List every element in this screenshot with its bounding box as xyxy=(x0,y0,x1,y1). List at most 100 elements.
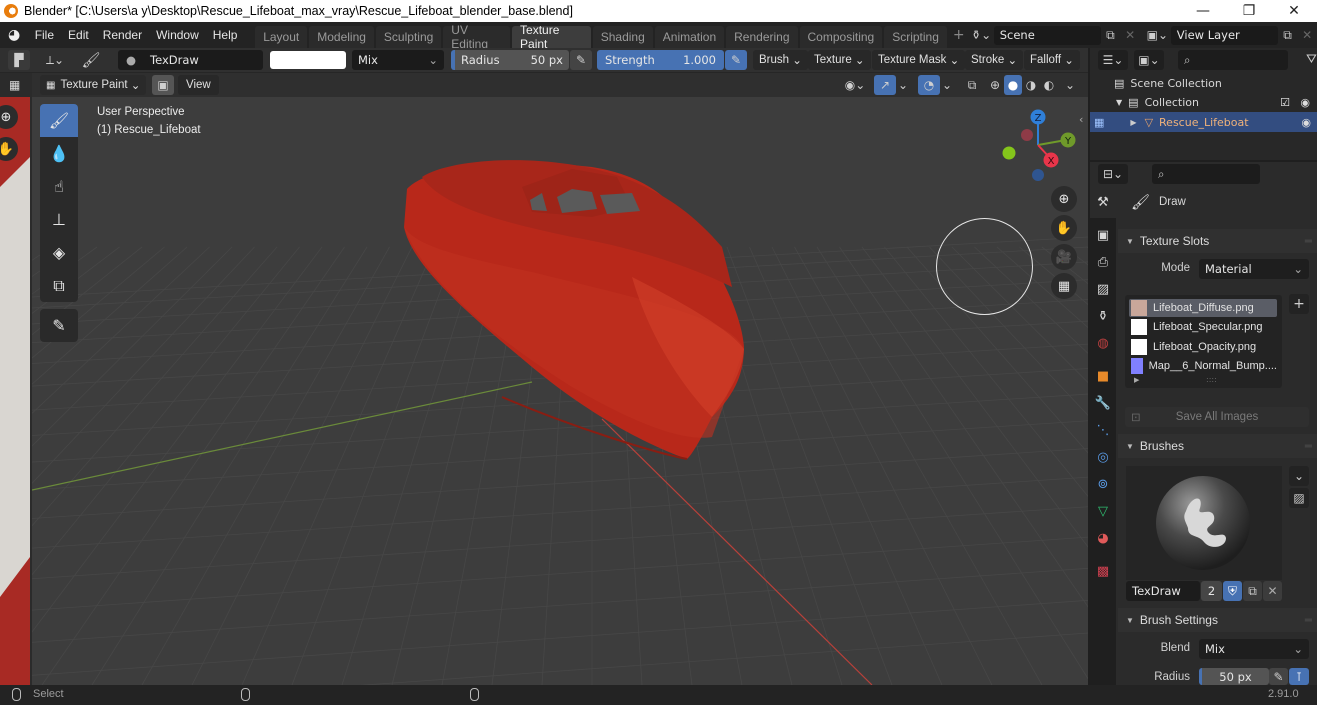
tool-annotate[interactable]: ✎ xyxy=(40,309,78,342)
3d-viewport[interactable]: 🖌 💧 ☝ ⊥ ◈ ⧉ ✎ User Perspective (1) Rescu… xyxy=(32,97,1088,685)
tab-scene[interactable]: ⚱ xyxy=(1090,303,1116,330)
brush-users-count[interactable]: 2 xyxy=(1201,581,1222,601)
tab-shading[interactable]: Shading xyxy=(592,26,653,48)
tab-tool[interactable]: ⚒ xyxy=(1090,186,1116,218)
tab-material[interactable]: ◕ xyxy=(1090,525,1116,552)
sidebar-toggle-icon[interactable]: ‹ xyxy=(1079,113,1083,126)
drag-grip-icon[interactable]: ═ xyxy=(1305,236,1312,247)
brush-list-dropdown-icon[interactable]: ⌄ xyxy=(1289,466,1309,486)
tab-world[interactable]: ◍ xyxy=(1090,330,1116,357)
mode-selector[interactable]: ▦ Texture Paint ⌄ xyxy=(40,75,147,95)
tab-particles[interactable]: ⋱ xyxy=(1090,417,1116,444)
maximize-button[interactable]: ❐ xyxy=(1226,0,1272,22)
unlink-brush-icon[interactable]: ✕ xyxy=(1263,581,1282,601)
filter-icon[interactable]: ⛛ xyxy=(1306,52,1317,67)
tool-clone[interactable]: ⊥ xyxy=(40,203,78,236)
perspective-toggle-icon[interactable]: ▦ xyxy=(1051,273,1077,299)
delete-view-layer-button[interactable]: ✕ xyxy=(1297,25,1317,45)
tab-output[interactable]: ⎙ xyxy=(1090,249,1116,276)
expand-triangle-icon[interactable]: ▶ xyxy=(1130,118,1136,127)
blend-mode-dropdown[interactable]: Mix ⌄ xyxy=(352,50,444,70)
add-texture-slot-button[interactable]: + xyxy=(1289,294,1309,314)
new-view-layer-button[interactable]: ⧉ xyxy=(1278,25,1298,45)
image-editor-edge[interactable]: ⊕ ✋ xyxy=(0,97,30,685)
menu-render[interactable]: Render xyxy=(96,28,149,42)
brush-menu[interactable]: Brush ⌄ xyxy=(753,50,808,70)
texture-slot-item[interactable]: Lifeboat_Opacity.png xyxy=(1129,338,1277,356)
duplicate-brush-icon[interactable]: ⧉ xyxy=(1243,581,1262,601)
visibility-eye-icon[interactable]: ◉ xyxy=(1301,116,1311,129)
visibility-eye-icon[interactable]: ◉ xyxy=(1300,96,1310,109)
editor-type-icon[interactable]: ▛ xyxy=(8,50,30,70)
scene-name-field[interactable]: Scene xyxy=(993,25,1101,45)
outliner-row-collection[interactable]: ▼ ▤ Collection ☑ ◉ xyxy=(1116,96,1314,109)
brush-icon-image-button[interactable]: ▨ xyxy=(1289,488,1309,508)
view-menu[interactable]: View xyxy=(178,75,219,95)
visibility-icon[interactable]: ◉⌄ xyxy=(840,75,870,95)
outliner-display-mode-icon[interactable]: ☰⌄ xyxy=(1098,50,1128,70)
view-layer-selector-icon[interactable]: ▣⌄ xyxy=(1144,25,1171,45)
outliner-search-input[interactable]: ⌕ xyxy=(1178,50,1288,70)
texture-mask-menu[interactable]: Texture Mask ⌄ xyxy=(872,50,966,70)
radius-unit-icon[interactable]: ⊺ xyxy=(1289,668,1309,685)
list-resize-grip[interactable]: :::: xyxy=(1206,375,1217,384)
xray-toggle-icon[interactable]: ⧉ xyxy=(961,75,983,95)
overlays-dropdown-icon[interactable]: ⌄ xyxy=(940,75,954,95)
outliner-row-rescue-lifeboat[interactable]: ▦ ▶ ▽ Rescue_Lifeboat ◉ xyxy=(1090,112,1317,132)
camera-view-icon[interactable]: 🎥 xyxy=(1051,244,1077,270)
tool-soften[interactable]: 💧 xyxy=(40,137,78,170)
tool-fill[interactable]: ◈ xyxy=(40,236,78,269)
scene-selector-icon[interactable]: ⚱⌄ xyxy=(969,25,994,45)
shading-solid-icon[interactable]: ● xyxy=(1004,75,1022,95)
drag-grip-icon[interactable]: ═ xyxy=(1305,441,1312,452)
properties-search-input[interactable]: ⌕ xyxy=(1152,164,1260,184)
falloff-menu[interactable]: Falloff ⌄ xyxy=(1024,50,1080,70)
tab-modeling[interactable]: Modeling xyxy=(309,26,374,48)
tab-modifiers[interactable]: 🔧 xyxy=(1090,390,1116,417)
overlays-toggle-icon[interactable]: ◔ xyxy=(918,75,940,95)
tab-view-layer[interactable]: ▨ xyxy=(1090,276,1116,303)
tab-uv-editing[interactable]: UV Editing xyxy=(443,23,511,51)
menu-window[interactable]: Window xyxy=(149,28,206,42)
tool-options-icon[interactable]: ⟂⌄ xyxy=(40,50,70,70)
radius-pressure-icon[interactable]: ✎ xyxy=(570,50,592,70)
texture-slot-item[interactable]: Lifeboat_Diffuse.png xyxy=(1129,299,1277,317)
drag-grip-icon[interactable]: ═ xyxy=(1305,615,1312,626)
tab-layout[interactable]: Layout xyxy=(255,26,308,48)
strength-slider[interactable]: Strength 1.000 xyxy=(597,50,724,70)
gizmo-dropdown-icon[interactable]: ⌄ xyxy=(896,75,910,95)
strength-pressure-icon[interactable]: ✎ xyxy=(725,50,747,70)
add-workspace-button[interactable]: + xyxy=(949,27,969,43)
new-scene-button[interactable]: ⧉ xyxy=(1101,25,1121,45)
tab-object[interactable]: ■ xyxy=(1090,363,1116,390)
tab-data[interactable]: ▽ xyxy=(1090,498,1116,525)
navigation-gizmo[interactable]: Z Y X xyxy=(992,105,1082,185)
texture-slots-panel-header[interactable]: ▼ Texture Slots ═ xyxy=(1118,229,1317,253)
menu-help[interactable]: Help xyxy=(206,28,245,42)
tool-mask[interactable]: ⧉ xyxy=(40,269,78,302)
tab-scripting[interactable]: Scripting xyxy=(884,26,947,48)
menu-file[interactable]: File xyxy=(28,28,61,42)
tab-constraints[interactable]: ⊚ xyxy=(1090,471,1116,498)
brush-name-field[interactable]: TexDraw xyxy=(1126,581,1200,601)
fake-user-shield-icon[interactable]: ⛨ xyxy=(1223,581,1242,601)
blender-menu-icon[interactable]: ◕ xyxy=(8,27,28,43)
brush-blend-dropdown[interactable]: Mix ⌄ xyxy=(1199,639,1309,659)
close-button[interactable]: ✕ xyxy=(1271,0,1317,22)
tab-physics[interactable]: ◎ xyxy=(1090,444,1116,471)
brush-radius-slider[interactable]: 50 px xyxy=(1199,668,1269,685)
shading-wireframe-icon[interactable]: ⊕ xyxy=(986,75,1004,95)
tab-sculpting[interactable]: Sculpting xyxy=(375,26,442,48)
tab-rendering[interactable]: Rendering xyxy=(726,26,798,48)
brush-name-field[interactable]: ● TexDraw xyxy=(118,50,263,70)
minimize-button[interactable]: — xyxy=(1180,0,1226,22)
gizmo-toggle-icon[interactable]: ↗ xyxy=(874,75,896,95)
tab-texture[interactable]: ▩ xyxy=(1090,558,1116,585)
radius-pressure-icon[interactable]: ✎ xyxy=(1269,668,1288,685)
paint-mask-toggle[interactable]: ▣ xyxy=(152,75,174,95)
brush-settings-panel-header[interactable]: ▼ Brush Settings ═ xyxy=(1118,608,1317,632)
texture-slot-item[interactable]: Map__6_Normal_Bump.... xyxy=(1129,357,1277,375)
outliner-filter-layer-icon[interactable]: ▣⌄ xyxy=(1134,50,1164,70)
outliner-row-scene-collection[interactable]: ▤ Scene Collection xyxy=(1114,77,1222,90)
shading-dropdown-icon[interactable]: ⌄ xyxy=(1062,75,1078,95)
